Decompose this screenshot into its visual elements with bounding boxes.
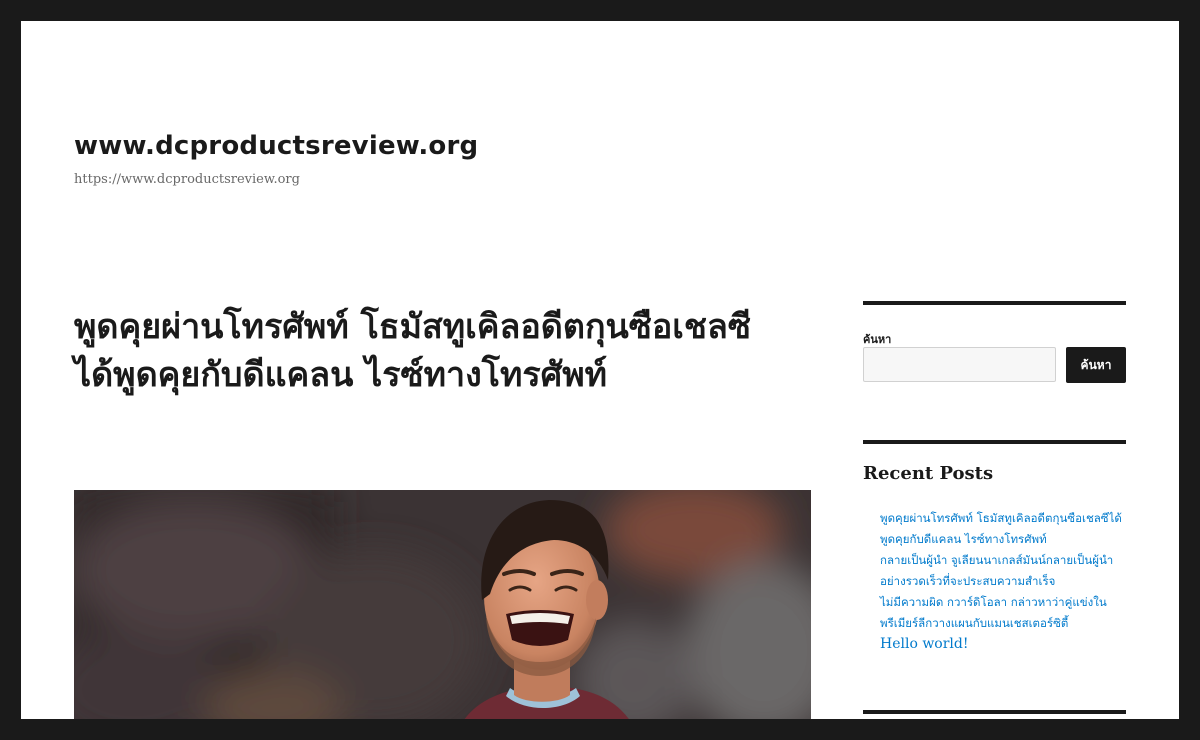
list-item: ไม่มีความผิด กวาร์ดิโอลา กล่าวหาว่าคู่แข… xyxy=(880,592,1126,634)
featured-image-illustration xyxy=(74,490,811,719)
recent-post-link[interactable]: Hello world! xyxy=(880,634,1126,655)
list-item: Hello world! xyxy=(880,634,1126,655)
recent-post-link[interactable]: กลายเป็นผู้นำ จูเลียนนาเกลส์มันน์กลายเป็… xyxy=(880,550,1126,592)
search-widget-divider xyxy=(863,301,1126,305)
search-label: ค้นหา xyxy=(863,333,892,346)
recent-post-link[interactable]: พูดคุยผ่านโทรศัพท์ โธมัสทูเคิลอดีตกุนซือ… xyxy=(880,508,1126,550)
recent-posts-title: Recent Posts xyxy=(863,463,994,484)
list-item: กลายเป็นผู้นำ จูเลียนนาเกลส์มันน์กลายเป็… xyxy=(880,550,1126,592)
page: www.dcproductsreview.org https://www.dcp… xyxy=(21,21,1179,719)
site-title-link[interactable]: www.dcproductsreview.org xyxy=(74,131,478,161)
post-title: พูดคุยผ่านโทรศัพท์ โธมัสทูเคิลอดีตกุนซือ… xyxy=(74,307,751,395)
featured-image xyxy=(74,490,811,719)
recent-posts-list: พูดคุยผ่านโทรศัพท์ โธมัสทูเคิลอดีตกุนซือ… xyxy=(880,508,1126,655)
search-button[interactable]: ค้นหา xyxy=(1066,347,1126,383)
recent-post-link[interactable]: ไม่มีความผิด กวาร์ดิโอลา กล่าวหาว่าคู่แข… xyxy=(880,592,1126,634)
recent-posts-divider xyxy=(863,440,1126,444)
list-item: พูดคุยผ่านโทรศัพท์ โธมัสทูเคิลอดีตกุนซือ… xyxy=(880,508,1126,550)
site-description: https://www.dcproductsreview.org xyxy=(74,172,300,187)
search-input[interactable] xyxy=(863,347,1056,382)
next-widget-divider xyxy=(863,710,1126,714)
